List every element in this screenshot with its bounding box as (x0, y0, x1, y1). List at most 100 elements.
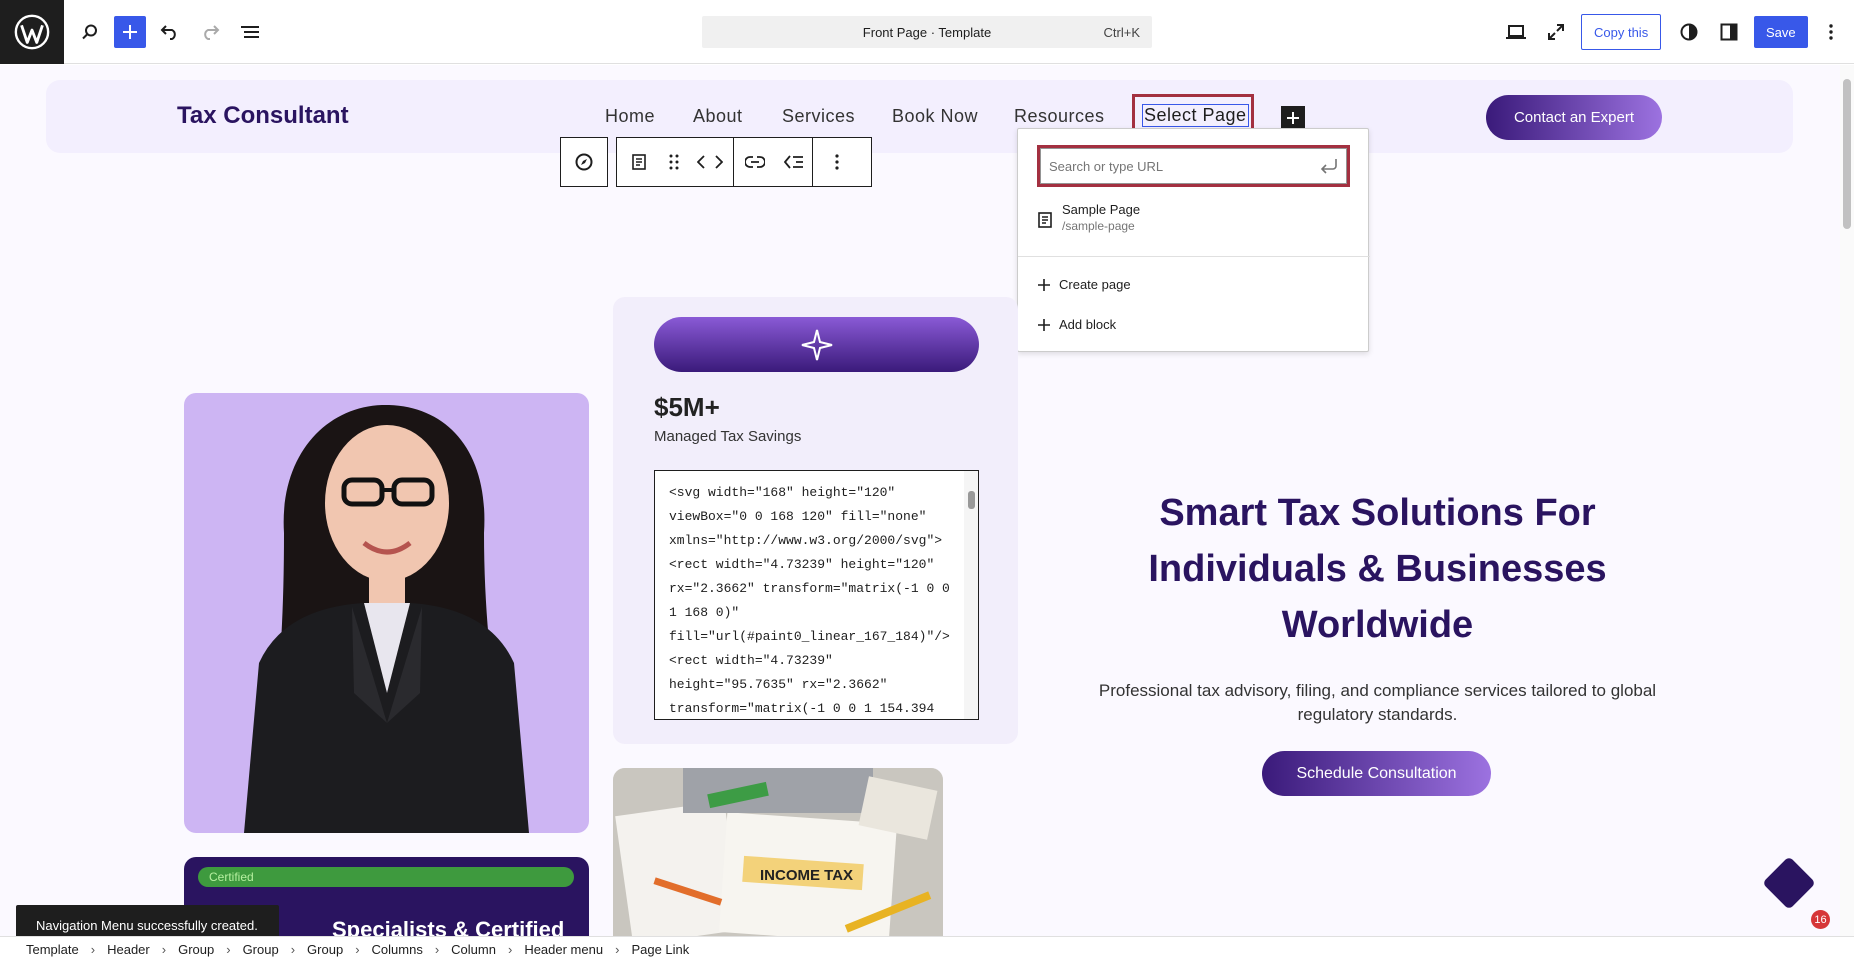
settings-sidebar-button[interactable] (1713, 16, 1745, 48)
link-suggestion-sample-page[interactable]: Sample Page /sample-page (1037, 200, 1352, 240)
document-overview-button[interactable] (234, 16, 266, 48)
add-nav-item-button[interactable] (1281, 106, 1305, 130)
suggestion-url: /sample-page (1062, 219, 1135, 233)
styles-button[interactable] (1673, 16, 1705, 48)
breadcrumb-chevron-icon: › (355, 941, 360, 957)
nav-item-book-now[interactable]: Book Now (892, 106, 978, 127)
preview-device-button[interactable] (1500, 16, 1532, 48)
search-button[interactable] (74, 16, 106, 48)
desktop-icon (1506, 25, 1526, 39)
more-vertical-icon (1829, 24, 1833, 40)
stat-card[interactable]: $5M+ Managed Tax Savings <svg width="168… (613, 297, 1018, 744)
page-icon (1038, 212, 1052, 228)
breadcrumb-template[interactable]: Template (26, 942, 79, 957)
fullscreen-button[interactable] (1540, 16, 1572, 48)
link-search-field[interactable] (1037, 145, 1350, 187)
redo-button[interactable] (194, 16, 226, 48)
breadcrumb-chevron-icon: › (507, 941, 513, 957)
block-toolbar-parent (560, 137, 608, 187)
breadcrumb-chevron-icon: › (615, 941, 620, 957)
breadcrumb-column[interactable]: Column (451, 942, 496, 957)
stat-icon-pill (654, 317, 979, 372)
link-search-input[interactable] (1040, 148, 1347, 184)
breadcrumb-chevron-icon: › (434, 941, 440, 957)
breadcrumb-chevron-icon: › (161, 941, 167, 957)
nav-item-services[interactable]: Services (782, 106, 855, 127)
consultant-photo[interactable] (184, 393, 589, 833)
code-scrollbar-thumb[interactable] (968, 491, 975, 509)
nav-item-resources[interactable]: Resources (1014, 106, 1105, 127)
stat-label[interactable]: Managed Tax Savings (654, 428, 801, 445)
page-icon (632, 154, 646, 170)
add-submenu-button[interactable] (776, 138, 812, 186)
breadcrumb-chevron-icon: › (226, 941, 231, 957)
certified-title[interactable]: Specialists & Certified (332, 917, 564, 936)
undo-icon (160, 25, 176, 40)
code-scrollbar[interactable] (964, 471, 978, 719)
link-button[interactable] (734, 138, 776, 186)
breadcrumb-header[interactable]: Header (107, 942, 150, 957)
copy-button[interactable]: Copy this (1581, 14, 1662, 50)
block-inserter-button[interactable] (114, 16, 146, 48)
nav-item-home[interactable]: Home (605, 106, 655, 127)
hero-heading[interactable]: Smart Tax Solutions For Individuals & Bu… (1080, 485, 1675, 653)
undo-button[interactable] (154, 16, 186, 48)
breadcrumb-group[interactable]: Group (307, 942, 343, 957)
options-menu-button[interactable] (1815, 16, 1847, 48)
chat-widget-button[interactable] (1762, 856, 1816, 910)
breadcrumb-header-menu[interactable]: Header menu (524, 942, 603, 957)
create-page-label: Create page (1059, 277, 1131, 292)
create-page-button[interactable]: Create page (1037, 277, 1131, 292)
add-block-button[interactable]: Add block (1037, 317, 1116, 332)
drag-handle[interactable] (661, 138, 687, 186)
search-icon (82, 24, 97, 40)
editor-toolbar: Front Page · Template Ctrl+K Copy this S… (0, 0, 1854, 64)
breadcrumb-page-link[interactable]: Page Link (631, 942, 689, 957)
fullscreen-icon (1548, 24, 1564, 40)
certified-badge: Certified (198, 867, 574, 887)
page-link-block-button[interactable] (617, 138, 661, 186)
breadcrumb-chevron-icon: › (290, 941, 296, 957)
breadcrumb-chevron-icon: › (90, 941, 96, 957)
block-options-button[interactable] (813, 138, 861, 186)
popover-divider (1018, 256, 1370, 257)
breadcrumb-group[interactable]: Group (178, 942, 214, 957)
canvas-scrollbar[interactable] (1840, 65, 1854, 936)
document-title: Front Page · Template (862, 24, 992, 40)
command-palette-button[interactable]: Front Page · Template Ctrl+K (702, 16, 1152, 48)
nav-item-select-page-label[interactable]: Select Page (1142, 104, 1249, 127)
save-button[interactable]: Save (1754, 16, 1808, 48)
plus-icon (1287, 112, 1299, 124)
nav-item-about[interactable]: About (693, 106, 743, 127)
contact-expert-button[interactable]: Contact an Expert (1486, 95, 1662, 140)
wordpress-icon (14, 14, 50, 50)
move-buttons[interactable] (687, 138, 733, 186)
site-title[interactable]: Tax Consultant (177, 102, 349, 130)
editor-canvas: Tax Consultant Home About Services Book … (0, 65, 1854, 936)
canvas-scrollbar-thumb[interactable] (1843, 79, 1851, 229)
tax-documents-illustration: INCOME TAX (613, 768, 943, 936)
code-content[interactable]: <svg width="168" height="120" viewBox="0… (669, 481, 964, 719)
redo-icon (204, 25, 220, 40)
shortcut-hint: Ctrl+K (1103, 24, 1140, 40)
block-toolbar (616, 137, 872, 187)
wordpress-logo-button[interactable] (0, 0, 64, 64)
nav-item-select-page[interactable]: Select Page (1132, 94, 1254, 132)
enter-icon[interactable] (1320, 158, 1338, 174)
plus-icon (123, 25, 137, 39)
link-control-popover: Sample Page /sample-page Create page Add… (1017, 128, 1370, 352)
html-code-editor[interactable]: <svg width="168" height="120" viewBox="0… (654, 470, 979, 720)
sidebar-icon (1720, 23, 1738, 41)
sparkle-icon (801, 329, 832, 360)
tax-documents-image[interactable]: INCOME TAX (613, 768, 943, 936)
more-vertical-icon (835, 154, 839, 170)
submenu-icon (784, 155, 803, 169)
schedule-consultation-button[interactable]: Schedule Consultation (1262, 751, 1491, 796)
navigation-block-button[interactable] (561, 138, 607, 186)
hero-subtitle[interactable]: Professional tax advisory, filing, and c… (1090, 679, 1665, 727)
breadcrumb-group[interactable]: Group (243, 942, 279, 957)
income-tax-text: INCOME TAX (760, 867, 853, 884)
breadcrumb-columns[interactable]: Columns (372, 942, 423, 957)
person-illustration (244, 404, 529, 833)
stat-value[interactable]: $5M+ (654, 392, 720, 423)
